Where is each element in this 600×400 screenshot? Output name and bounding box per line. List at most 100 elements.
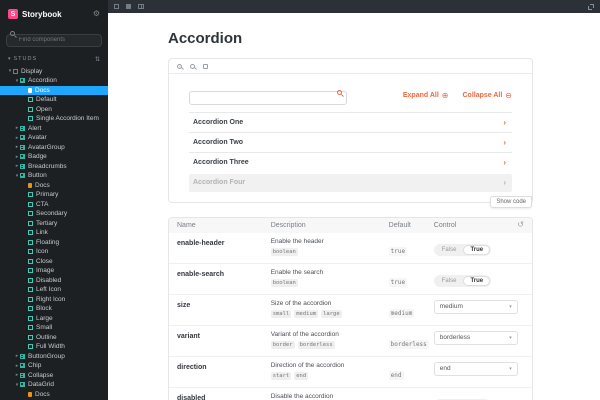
col-header-description: Description: [270, 221, 306, 229]
prop-description: Variant of the accordion border borderless: [270, 331, 389, 349]
sidebar-item-label: Large: [36, 314, 53, 322]
sidebar-item-right-icon[interactable]: Right Icon: [0, 295, 108, 305]
sidebar-item-button[interactable]: ▾ Button: [0, 171, 108, 181]
sidebar-item-display[interactable]: ▾ Display: [0, 67, 108, 77]
search-icon: [337, 90, 342, 95]
sidebar-item-floating[interactable]: Floating: [0, 238, 108, 248]
component-icon: [20, 353, 25, 359]
prop-type-tokens: boolean: [270, 278, 389, 287]
zoom-in-icon[interactable]: +: [177, 63, 182, 69]
sidebar-item-docs[interactable]: Docs: [0, 85, 108, 95]
sidebar-item-label: Tertiary: [36, 219, 58, 227]
folder-icon: [13, 68, 18, 74]
sidebar-item-tertiary[interactable]: Tertiary: [0, 219, 108, 229]
sidebar-item-cta[interactable]: CTA: [0, 200, 108, 210]
story-icon: [28, 296, 33, 302]
expand-collapse-all-icon[interactable]: ⇅: [95, 56, 100, 63]
reset-zoom-icon[interactable]: [203, 63, 208, 69]
show-code-button[interactable]: Show code: [490, 195, 532, 208]
sidebar-item-label: Alert: [28, 124, 42, 132]
canvas-toolbar: [108, 0, 600, 13]
section-label: STUDS: [13, 56, 38, 62]
sidebar-toggle-icon[interactable]: [114, 4, 119, 9]
prop-description-text: Disable the accordion: [270, 392, 334, 400]
sidebar-item-block[interactable]: Block: [0, 304, 108, 314]
sidebar-item-badge[interactable]: ▸ Badge: [0, 152, 108, 162]
collapse-all-button[interactable]: Collapse All ⊖: [462, 91, 512, 100]
control-select[interactable]: end ▾: [433, 361, 518, 376]
sidebar-item-label: Disabled: [36, 276, 62, 284]
component-icon: [20, 125, 25, 131]
story-icon: [28, 344, 33, 350]
accordion-item[interactable]: Accordion Three ›: [189, 151, 512, 172]
toggle-option-false[interactable]: False: [435, 245, 464, 255]
col-header-control: Control: [433, 221, 457, 229]
sidebar-item-docs[interactable]: Docs: [0, 390, 108, 400]
sidebar-item-label: Icon: [36, 248, 49, 256]
stories-section-header[interactable]: ▾ STUDS ⇅: [0, 51, 108, 66]
sidebar-item-chip[interactable]: ▸ Chip: [0, 361, 108, 371]
control-select[interactable]: medium ▾: [433, 299, 518, 314]
sidebar-item-avatargroup[interactable]: ▸ AvatarGroup: [0, 143, 108, 153]
accordion-item[interactable]: Accordion Four ›: [189, 173, 512, 192]
fullscreen-icon[interactable]: [588, 3, 594, 10]
sidebar-item-large[interactable]: Large: [0, 314, 108, 324]
sidebar-item-docs[interactable]: Docs: [0, 181, 108, 191]
prop-type-token: borderless: [297, 340, 335, 349]
circle-plus-icon: ⊕: [441, 90, 449, 100]
sidebar-item-label: Block: [36, 305, 52, 313]
table-row: variant Variant of the accordion border bor…: [169, 324, 532, 356]
sidebar-item-icon[interactable]: Icon: [0, 247, 108, 257]
sidebar-item-buttongroup[interactable]: ▸ ButtonGroup: [0, 352, 108, 362]
expand-all-button[interactable]: Expand All ⊕: [403, 91, 449, 100]
prop-type-tokens: boolean: [270, 247, 389, 256]
sidebar-item-accordion[interactable]: ▾ Accordion: [0, 76, 108, 86]
sidebar-item-open[interactable]: Open: [0, 105, 108, 115]
sidebar-item-label: DataGrid: [28, 381, 55, 389]
sidebar-item-link[interactable]: Link: [0, 228, 108, 238]
gear-icon[interactable]: ⚙: [93, 10, 100, 18]
sidebar-item-close[interactable]: Close: [0, 257, 108, 267]
sidebar-search-input[interactable]: [6, 33, 102, 47]
sidebar-item-alert[interactable]: ▸ Alert: [0, 124, 108, 134]
sidebar-item-small[interactable]: Small: [0, 323, 108, 333]
accordion-item[interactable]: Accordion Two ›: [189, 131, 512, 152]
prop-type-tokens: small medium large: [270, 309, 389, 318]
component-icon: [20, 154, 25, 160]
sidebar-item-left-icon[interactable]: Left Icon: [0, 285, 108, 295]
sidebar-item-single-accordion-item[interactable]: Single Accordion Item: [0, 114, 108, 124]
reset-controls-icon[interactable]: ↺: [517, 220, 524, 229]
prop-control: borderless ▾: [433, 330, 524, 345]
sidebar-item-default[interactable]: Default: [0, 95, 108, 105]
accordion-item[interactable]: Accordion One ›: [189, 111, 512, 132]
sidebar-item-collapse[interactable]: ▸ Collapse: [0, 371, 108, 381]
accordion-list: Accordion One › Accordion Two › Accordion Th…: [189, 111, 512, 192]
control-toggle[interactable]: FalseTrue: [433, 243, 492, 256]
sidebar-item-label: AvatarGroup: [28, 143, 65, 151]
toggle-option-true[interactable]: True: [463, 275, 491, 286]
grid-icon[interactable]: [138, 4, 144, 9]
sidebar-item-primary[interactable]: Primary: [0, 190, 108, 200]
accordion-item-label: Accordion Four: [193, 179, 246, 186]
toggle-option-false[interactable]: False: [435, 276, 464, 286]
sidebar-item-outline[interactable]: Outline: [0, 333, 108, 343]
panel-toggle-icon[interactable]: [126, 4, 131, 9]
props-table: Name Description Default Control ↺ enabl…: [168, 216, 533, 400]
prop-default: borderless: [388, 331, 434, 351]
sidebar-item-label: Left Icon: [36, 286, 61, 294]
sidebar-item-full-width[interactable]: Full Width: [0, 342, 108, 352]
sidebar-item-breadcrumbs[interactable]: ▸ Breadcrumbs: [0, 162, 108, 172]
control-select[interactable]: borderless ▾: [433, 330, 518, 345]
sidebar-item-avatar[interactable]: ▸ Avatar: [0, 133, 108, 143]
sidebar-item-secondary[interactable]: Secondary: [0, 209, 108, 219]
control-toggle[interactable]: FalseTrue: [433, 274, 492, 287]
sidebar-item-image[interactable]: Image: [0, 266, 108, 276]
sidebar-item-label: CTA: [36, 200, 49, 208]
prop-control: FalseTrue: [433, 269, 524, 287]
zoom-out-icon[interactable]: -: [190, 63, 195, 69]
toggle-option-true[interactable]: True: [463, 244, 491, 255]
sidebar-item-datagrid[interactable]: ▾ DataGrid: [0, 380, 108, 390]
sidebar-item-disabled[interactable]: Disabled: [0, 276, 108, 286]
main-area: Accordion + - Expand All ⊕ Collapse All …: [108, 0, 600, 400]
preview-search-input[interactable]: [189, 90, 347, 105]
